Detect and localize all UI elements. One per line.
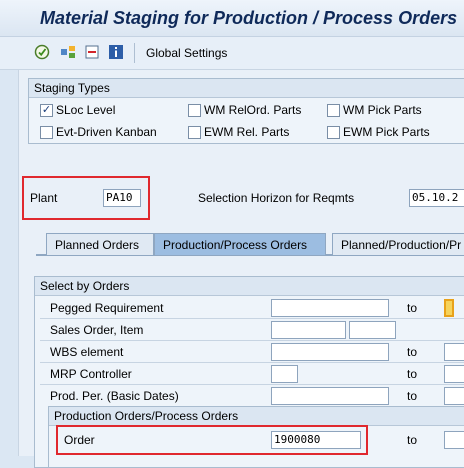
order-to-label: to: [407, 433, 418, 447]
sloc-level-label: SLoc Level: [56, 103, 116, 117]
tab-planned-production[interactable]: Planned/Production/Pr: [332, 233, 464, 255]
wm-pick-parts-label: WM Pick Parts: [343, 103, 422, 117]
row-separator: [40, 384, 464, 385]
variant-icon[interactable]: [60, 44, 76, 60]
mrp-controller-to-input[interactable]: [444, 365, 464, 383]
row-separator: [40, 340, 464, 341]
tab-production-process-orders[interactable]: Production/Process Orders: [154, 233, 326, 255]
ewm-rel-parts-label: EWM Rel. Parts: [204, 125, 290, 139]
info-icon[interactable]: [108, 44, 124, 60]
prod-per-from-input[interactable]: [271, 387, 389, 405]
pegged-requirement-label: Pegged Requirement: [50, 301, 164, 315]
select-by-orders-title: Select by Orders: [35, 277, 464, 296]
pegged-requirement-to-input[interactable]: [444, 299, 454, 317]
tab-planned-orders[interactable]: Planned Orders: [46, 233, 154, 255]
mrp-controller-from-input[interactable]: [271, 365, 298, 383]
sloc-level-checkbox[interactable]: ✓: [40, 104, 53, 117]
ewm-rel-parts-checkbox[interactable]: [188, 126, 201, 139]
ewm-pick-parts-label: EWM Pick Parts: [343, 125, 430, 139]
staging-types-title: Staging Types: [29, 79, 464, 98]
wm-pick-parts-checkbox[interactable]: [327, 104, 340, 117]
execute-icon[interactable]: [34, 44, 50, 60]
row-separator: [40, 318, 464, 319]
production-orders-title: Production Orders/Process Orders: [49, 407, 464, 426]
wbs-element-to-label: to: [407, 345, 418, 359]
plant-input[interactable]: PA10: [103, 189, 141, 207]
pegged-requirement-from-input[interactable]: [271, 299, 389, 317]
pegged-requirement-to-label: to: [407, 301, 418, 315]
wbs-element-from-input[interactable]: [271, 343, 389, 361]
wm-relord-parts-label: WM RelOrd. Parts: [204, 103, 302, 117]
selection-horizon-label: Selection Horizon for Reqmts: [198, 191, 355, 205]
evt-driven-kanban-label: Evt-Driven Kanban: [56, 125, 157, 139]
wbs-element-to-input[interactable]: [444, 343, 464, 361]
page-title: Material Staging for Production / Proces…: [40, 8, 458, 28]
plant-label: Plant: [30, 191, 58, 205]
mrp-controller-label: MRP Controller: [50, 367, 132, 381]
order-to-input[interactable]: [444, 431, 464, 449]
prod-per-basic-dates-label: Prod. Per. (Basic Dates): [50, 389, 179, 403]
selection-horizon-input[interactable]: 05.10.2: [409, 189, 464, 207]
mrp-controller-to-label: to: [407, 367, 418, 381]
sales-order-item-label: Sales Order, Item: [50, 323, 144, 337]
order-from-input[interactable]: 1900080: [271, 431, 361, 449]
prod-per-to-input[interactable]: [444, 387, 464, 405]
ewm-pick-parts-checkbox[interactable]: [327, 126, 340, 139]
sales-order-input[interactable]: [271, 321, 346, 339]
row-separator: [40, 362, 464, 363]
toolbar-separator: [134, 43, 135, 63]
global-settings-button[interactable]: Global Settings: [146, 46, 227, 60]
delete-icon[interactable]: [84, 44, 100, 60]
evt-driven-kanban-checkbox[interactable]: [40, 126, 53, 139]
wbs-element-label: WBS element: [50, 345, 124, 359]
prod-per-to-label: to: [407, 389, 418, 403]
wm-relord-parts-checkbox[interactable]: [188, 104, 201, 117]
order-label: Order: [64, 433, 95, 447]
sales-order-item-input[interactable]: [349, 321, 396, 339]
